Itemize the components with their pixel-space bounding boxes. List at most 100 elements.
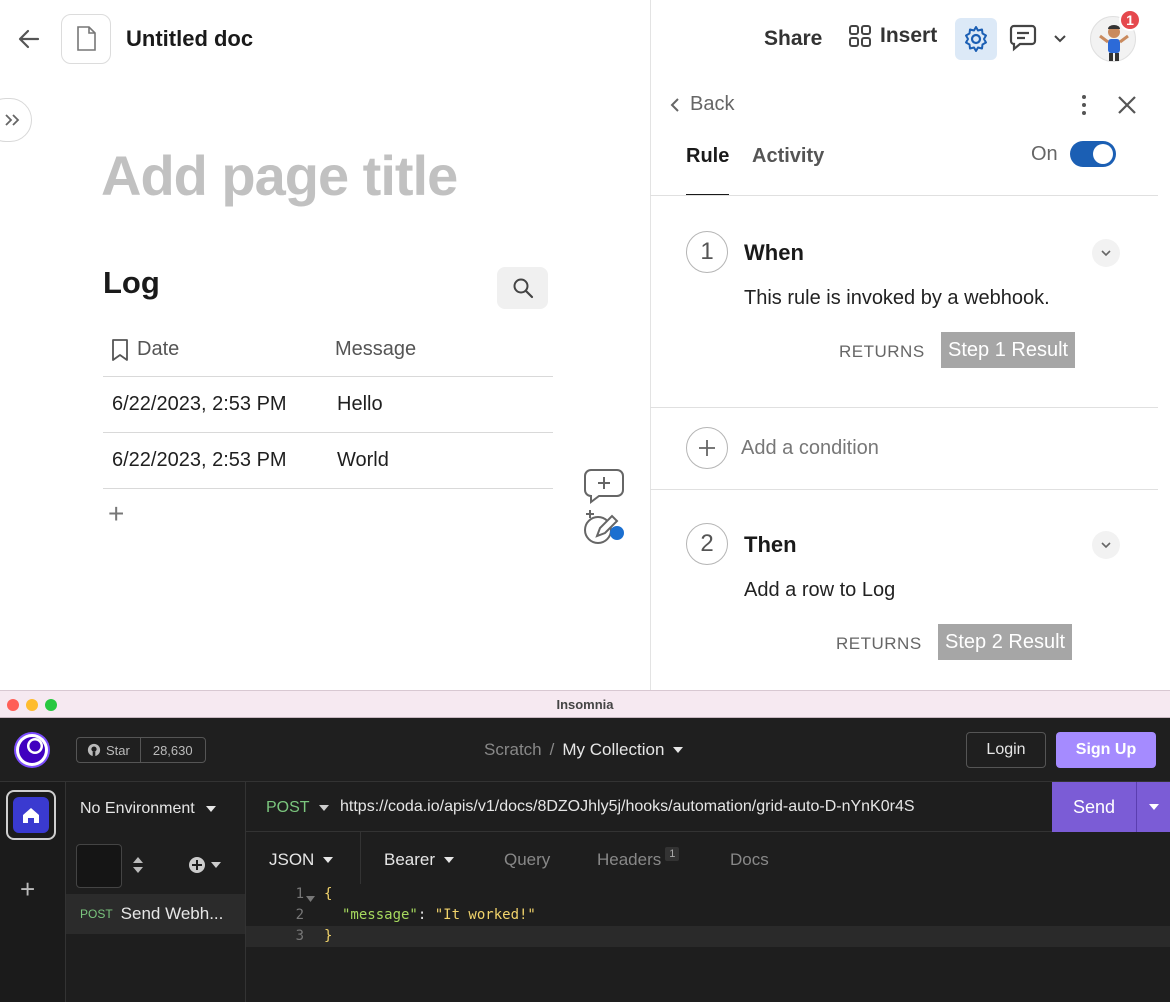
add-condition-icon[interactable] [686, 427, 728, 469]
divider [650, 407, 1158, 408]
caret-down-icon[interactable] [672, 746, 684, 754]
sort-icon[interactable] [132, 856, 144, 879]
add-condition-button[interactable]: Add a condition [741, 437, 879, 460]
method-select[interactable]: POST [266, 799, 330, 817]
step-title: When [744, 240, 804, 265]
step-description[interactable]: Add a row to Log [744, 579, 895, 602]
url-bar: POST https://coda.io/apis/v1/docs/8DZOJh… [246, 782, 1170, 832]
breadcrumb: Scratch / My Collection [484, 740, 684, 760]
step-number: 1 [686, 231, 728, 273]
insomnia-logo-icon[interactable] [14, 732, 50, 768]
add-row-icon[interactable]: + [108, 498, 124, 530]
request-method: POST [80, 907, 113, 921]
step-title: Then [744, 532, 797, 557]
caret-down-icon [444, 857, 455, 863]
tab-separator [360, 832, 361, 884]
step-chevron-icon[interactable] [1092, 531, 1120, 559]
tab-rule[interactable]: Rule [686, 145, 730, 196]
tab-activity[interactable]: Activity [752, 145, 824, 168]
request-name: Send Webh... [120, 904, 224, 923]
divider [650, 195, 1158, 196]
step-chevron-icon[interactable] [1092, 239, 1120, 267]
caret-down-icon [323, 857, 334, 863]
toggle-knob [1093, 144, 1113, 164]
table-row[interactable]: 6/22/2023, 2:53 PM Hello [103, 377, 553, 433]
table-title: Log [103, 265, 160, 300]
code-text: { [324, 886, 333, 902]
column-header-message[interactable]: Message [335, 338, 416, 361]
step-result-chip[interactable]: Step 2 Result [938, 624, 1073, 660]
signup-button[interactable]: Sign Up [1056, 732, 1156, 768]
bookmark-icon [112, 338, 128, 361]
tab-docs[interactable]: Docs [730, 850, 769, 870]
divider [650, 489, 1158, 490]
code-line: 2 "message": "It worked!" [246, 905, 1170, 926]
toggle-label: On [1031, 143, 1058, 165]
code-line: 1 { [246, 884, 1170, 905]
code-text: } [324, 928, 333, 944]
caret-down-icon [318, 805, 329, 811]
plus-circle-icon [189, 857, 205, 873]
table-row[interactable]: 6/22/2023, 2:53 PM World [103, 433, 553, 489]
send-button[interactable]: Send [1052, 782, 1136, 832]
request-sidebar: No Environment POST Send Webh... [66, 782, 246, 1002]
window-title: Insomnia [556, 697, 614, 712]
cell-message[interactable]: Hello [337, 393, 383, 416]
doc-icon[interactable] [61, 14, 111, 64]
insomnia-window: Insomnia Star 28,630 Scratch / My Collec… [0, 690, 1170, 1002]
search-icon [513, 278, 533, 299]
more-options-icon[interactable] [1076, 94, 1092, 121]
step-description[interactable]: This rule is invoked by a webhook. [744, 287, 1050, 310]
cell-date[interactable]: 6/22/2023, 2:53 PM [112, 449, 287, 472]
chevron-left-icon [670, 97, 679, 112]
rule-toggle[interactable] [1070, 141, 1116, 167]
login-button[interactable]: Login [966, 732, 1046, 768]
step-result-chip[interactable]: Step 1 Result [941, 332, 1076, 368]
table-header: Date Message [103, 322, 553, 377]
tab-json[interactable]: JSON [269, 850, 334, 870]
breadcrumb-collection[interactable]: My Collection [562, 740, 664, 760]
insomnia-header: Star 28,630 Scratch / My Collection Logi… [0, 718, 1170, 782]
add-request-button[interactable] [188, 856, 222, 874]
tab-query[interactable]: Query [504, 850, 550, 870]
caret-down-icon [1148, 804, 1159, 810]
back-arrow-icon[interactable] [14, 24, 44, 54]
tab-bearer[interactable]: Bearer [384, 850, 455, 870]
expand-sidebar-icon[interactable] [0, 98, 32, 142]
cell-message[interactable]: World [337, 449, 389, 472]
caret-down-icon [211, 862, 221, 868]
doc-title[interactable]: Untitled doc [126, 26, 253, 52]
code-line: 3 } [246, 926, 1170, 947]
line-number: 2 [295, 907, 304, 923]
environment-select[interactable]: No Environment [80, 800, 217, 818]
add-workspace-icon[interactable]: + [20, 874, 35, 905]
star-count: 28,630 [152, 742, 193, 758]
edit-pencil-icon[interactable] [583, 506, 625, 544]
code-text: "message": "It worked!" [342, 907, 536, 923]
tab-headers[interactable]: Headers 1 [597, 847, 680, 870]
line-number: 1 [295, 886, 304, 902]
headers-count-badge: 1 [665, 847, 680, 861]
cell-date[interactable]: 6/22/2023, 2:53 PM [112, 393, 287, 416]
close-icon[interactable] [1116, 94, 1138, 121]
panel-back-button[interactable]: Back [670, 93, 734, 116]
fold-caret-icon[interactable] [306, 890, 315, 906]
github-star-button[interactable]: Star 28,630 [76, 737, 206, 763]
log-table: Date Message 6/22/2023, 2:53 PM Hello 6/… [103, 322, 553, 489]
filter-input[interactable] [76, 844, 122, 888]
add-comment-icon[interactable] [583, 468, 625, 504]
breadcrumb-separator: / [549, 740, 555, 759]
request-item[interactable]: POST Send Webh... [66, 894, 245, 934]
json-body-editor[interactable]: 1 { 2 "message": "It worked!" 3 } [246, 884, 1170, 947]
breadcrumb-scratch[interactable]: Scratch [484, 740, 542, 760]
returns-label: RETURNS [839, 342, 925, 361]
url-input[interactable]: https://coda.io/apis/v1/docs/8DZOJhly5j/… [340, 798, 915, 816]
request-tabs: JSON Bearer Query Headers 1 Docs [246, 832, 1170, 884]
table-search-button[interactable] [497, 267, 548, 309]
returns-label: RETURNS [836, 634, 922, 653]
send-options-button[interactable] [1136, 782, 1170, 832]
home-button[interactable] [6, 790, 56, 840]
column-header-date[interactable]: Date [111, 338, 179, 361]
page-title-input[interactable]: Add page title [101, 143, 458, 208]
step-number: 2 [686, 523, 728, 565]
